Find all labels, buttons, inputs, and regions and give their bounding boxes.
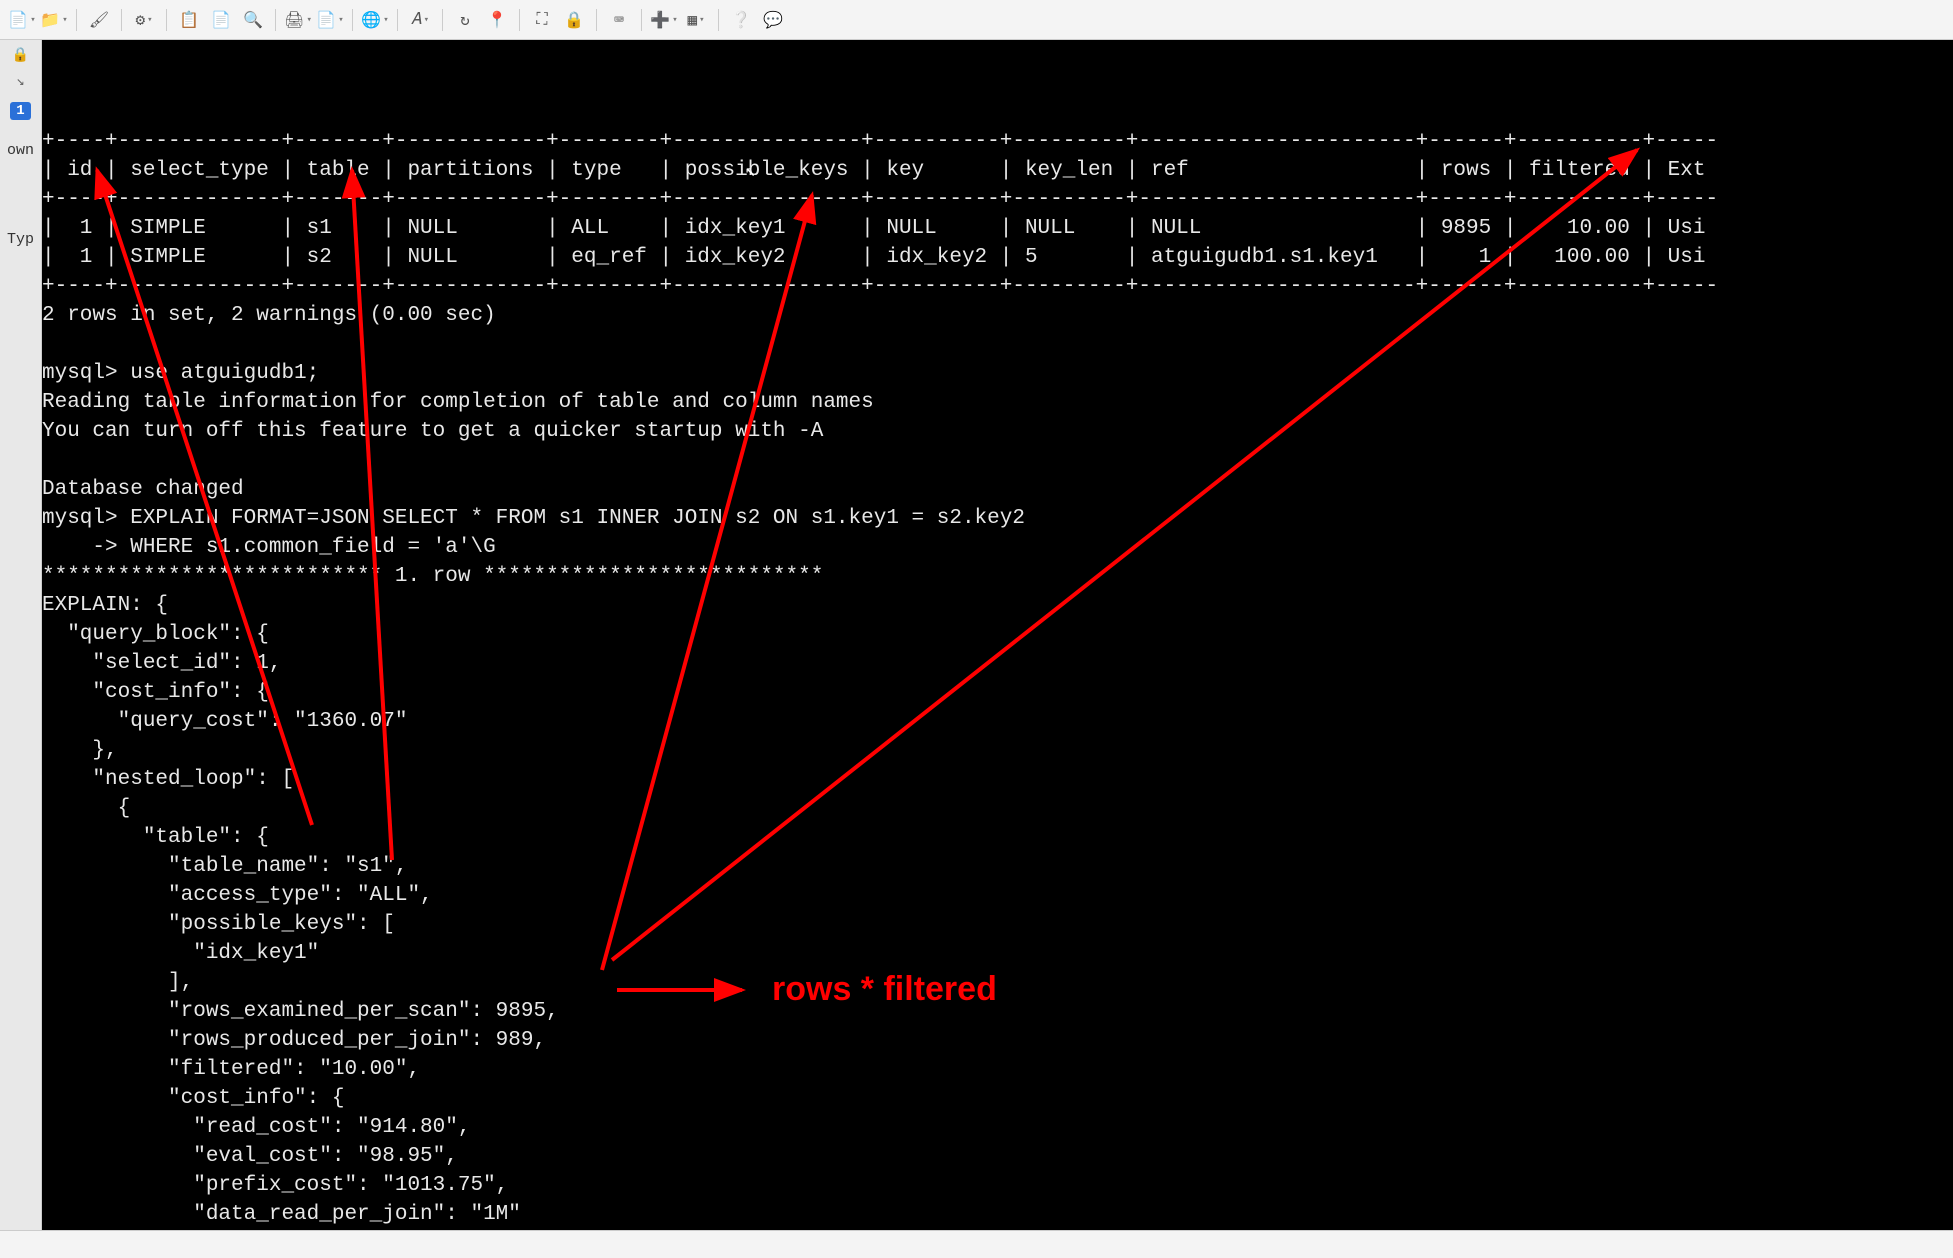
main-area: 🔒 ↘ 1 own Typ +----+-------------+------… [0,40,1953,1230]
mysql-prompt: mysql> use atguigudb1; [42,362,319,385]
json-line: }, [42,739,118,762]
separator [718,9,719,31]
table-border: +----+-------------+-------+------------… [42,275,1718,298]
layout-icon[interactable]: ▦ [682,6,710,34]
table-row: | 1 | SIMPLE | s1 | NULL | ALL | idx_key… [42,217,1705,240]
copy-icon[interactable]: 📋 [175,6,203,34]
terminal-output[interactable]: +----+-------------+-------+------------… [42,40,1953,1230]
font-icon[interactable]: 𝐴 [406,6,434,34]
status-bar [0,1230,1953,1258]
json-line: "rows_produced_per_join": 989, [42,1029,546,1052]
result-summary: 2 rows in set, 2 warnings (0.00 sec) [42,304,496,327]
search-icon[interactable]: 🔍 [239,6,267,34]
import-gutter-icon[interactable]: ↘ [9,70,33,92]
separator [76,9,77,31]
new-file-button[interactable]: 📄 [8,6,36,34]
pin-icon[interactable]: 📍 [483,6,511,34]
json-line: EXPLAIN: { [42,594,168,617]
main-toolbar: 📄 📁 🖌 ⚙ 📋 📄 🔍 🖨 📄 🌐 𝐴 ↻ 📍 ⛶ 🔒 ⌨ ➕ ▦ ❔ 💬 [0,0,1953,40]
separator [641,9,642,31]
json-line: "idx_key1" [42,942,319,965]
json-line: "query_cost": "1360.07" [42,710,407,733]
lock-icon[interactable]: 🔒 [560,6,588,34]
json-line: "prefix_cost": "1013.75", [42,1174,508,1197]
new-doc-icon[interactable]: 📄 [316,6,344,34]
json-line: ], [42,971,193,994]
json-line: "rows_examined_per_scan": 9895, [42,1000,559,1023]
json-line: "data_read_per_join": "1M" [42,1203,521,1226]
table-border: +----+-------------+-------+------------… [42,188,1718,211]
separator [121,9,122,31]
separator [442,9,443,31]
json-line: "cost_info": { [42,681,269,704]
separator [397,9,398,31]
help-icon[interactable]: ❔ [727,6,755,34]
json-line: "access_type": "ALL", [42,884,433,907]
json-line: "table": { [42,826,269,849]
line-number-badge[interactable]: 1 [10,102,30,120]
json-line: "eval_cost": "98.95", [42,1145,458,1168]
separator [519,9,520,31]
json-line: "table_name": "s1", [42,855,407,878]
table-border: +----+-------------+-------+------------… [42,130,1718,153]
print-icon[interactable]: 🖨 [284,6,312,34]
separator [596,9,597,31]
output-line: Database changed [42,478,244,501]
table-row: | 1 | SIMPLE | s2 | NULL | eq_ref | idx_… [42,246,1705,269]
output-line: You can turn off this feature to get a q… [42,420,823,443]
json-line: "nested_loop": [ [42,768,294,791]
json-line: "read_cost": "914.80", [42,1116,470,1139]
separator [275,9,276,31]
json-line: "cost_info": { [42,1087,344,1110]
editor-gutter: 🔒 ↘ 1 own Typ [0,40,42,1230]
open-folder-button[interactable]: 📁 [40,6,68,34]
brush-icon[interactable]: 🖌 [85,6,113,34]
json-line: "possible_keys": [ [42,913,395,936]
row-separator: *************************** 1. row *****… [42,565,823,588]
json-line: "query_block": { [42,623,269,646]
json-line: "select_id": 1, [42,652,281,675]
json-line: "filtered": "10.00", [42,1058,420,1081]
output-line: Reading table information for completion… [42,391,874,414]
gutter-typ-label: Typ [7,231,34,248]
keyboard-icon[interactable]: ⌨ [605,6,633,34]
paste-icon[interactable]: 📄 [207,6,235,34]
json-line: { [42,797,130,820]
mysql-prompt: mysql> EXPLAIN FORMAT=JSON SELECT * FROM… [42,507,1025,530]
terminal-content: +----+-------------+-------+------------… [42,98,1953,1230]
add-icon[interactable]: ➕ [650,6,678,34]
config-icon[interactable]: ⚙ [130,6,158,34]
table-header: | id | select_type | table | partitions … [42,159,1705,182]
separator [166,9,167,31]
separator [352,9,353,31]
mysql-continuation: -> WHERE s1.common_field = 'a'\G [42,536,496,559]
lock-gutter-icon[interactable]: 🔒 [9,44,33,66]
expand-icon[interactable]: ⛶ [528,6,556,34]
gutter-own-label: own [7,142,34,159]
chat-icon[interactable]: 💬 [759,6,787,34]
globe-icon[interactable]: 🌐 [361,6,389,34]
refresh-icon[interactable]: ↻ [451,6,479,34]
